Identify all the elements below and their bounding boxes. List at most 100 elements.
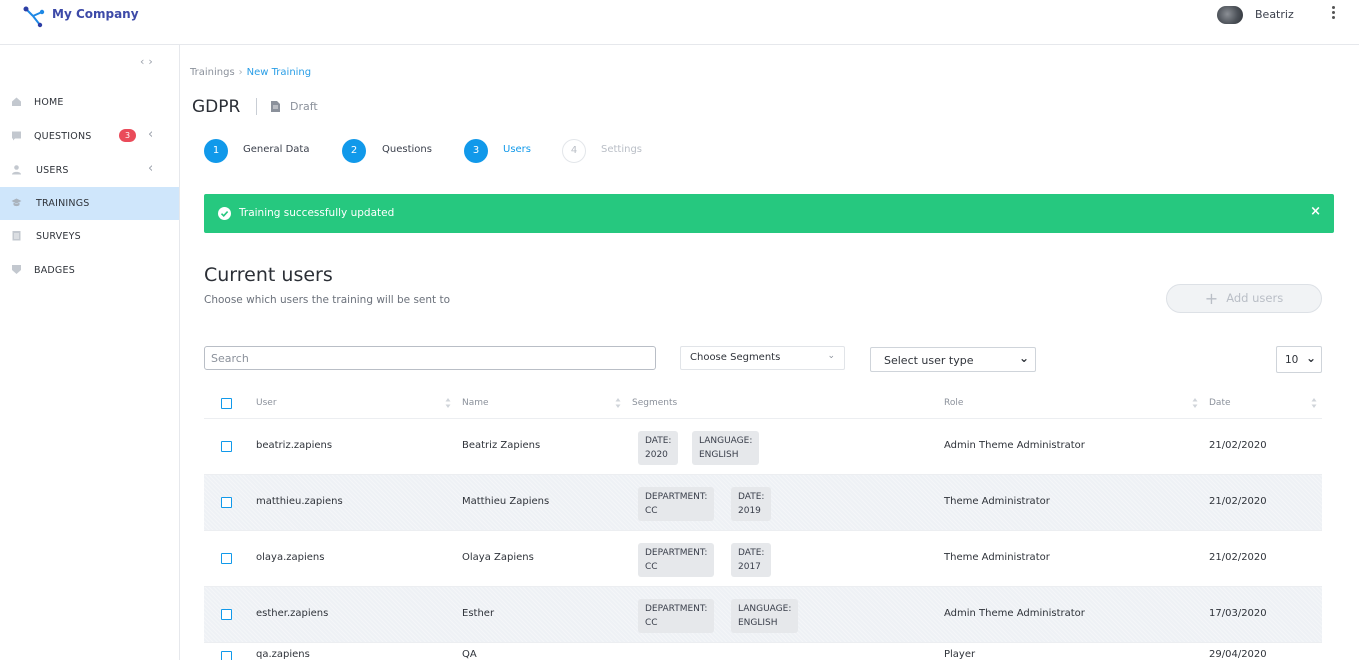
row-name: QA	[462, 649, 477, 660]
row-name: Matthieu Zapiens	[462, 496, 550, 507]
segment-value: CC	[645, 506, 658, 516]
row-user: beatriz.zapiens	[256, 440, 333, 451]
column-header-role[interactable]: Role	[944, 398, 963, 408]
row-checkbox[interactable]	[221, 609, 232, 620]
segment-tag: LANGUAGE: ENGLISH	[731, 599, 799, 633]
chevron-left-icon[interactable]: ‹	[148, 127, 153, 142]
segment-key: LANGUAGE:	[738, 604, 792, 614]
row-user: qa.zapiens	[256, 649, 310, 660]
badge-icon	[12, 265, 21, 274]
company-logo-icon[interactable]	[20, 3, 46, 29]
table-header: User Name Segments Role Date	[204, 391, 1322, 417]
questions-icon	[12, 131, 21, 141]
add-users-button[interactable]: + Add users	[1166, 284, 1322, 313]
sort-icon[interactable]	[1192, 397, 1198, 409]
sidebar-item-surveys[interactable]: SURVEYS	[0, 220, 179, 253]
segment-key: DATE:	[738, 492, 765, 502]
step-label: Users	[503, 144, 532, 155]
avatar[interactable]	[1217, 6, 1243, 24]
user-type-select[interactable]: Select user type ⌄	[870, 347, 1036, 372]
sidebar-item-label: TRAININGS	[36, 198, 90, 209]
table-row[interactable]: beatriz.zapiens Beatriz Zapiens DATE: 202…	[204, 418, 1322, 474]
row-role: Theme Administrator	[944, 496, 1050, 507]
sidebar-item-badges[interactable]: BADGES	[0, 254, 179, 287]
document-icon	[271, 101, 280, 112]
segment-key: DEPARTMENT:	[645, 492, 708, 502]
table-row[interactable]: matthieu.zapiens Matthieu Zapiens DEPART…	[204, 474, 1322, 530]
success-alert: Training successfully updated ×	[204, 194, 1334, 233]
segments-dropdown-label: Choose Segments	[690, 352, 781, 363]
chevron-left-icon[interactable]: ‹	[148, 161, 153, 176]
row-date: 21/02/2020	[1209, 552, 1267, 563]
user-icon	[12, 165, 21, 175]
segments-dropdown[interactable]: Choose Segments ⌄	[680, 346, 845, 370]
surveys-icon	[12, 231, 21, 241]
row-user: esther.zapiens	[256, 608, 329, 619]
row-role: Admin Theme Administrator	[944, 608, 1085, 619]
sidebar-collapse-icon[interactable]: ‹›	[140, 55, 157, 68]
segment-key: LANGUAGE:	[699, 436, 753, 446]
step-number: 4	[562, 139, 586, 163]
breadcrumb-separator-icon: ›	[238, 67, 243, 78]
row-checkbox[interactable]	[221, 441, 232, 452]
row-checkbox[interactable]	[221, 553, 232, 564]
step-label: Settings	[601, 144, 643, 155]
sidebar-item-label: BADGES	[34, 265, 75, 276]
questions-count-badge: 3	[119, 129, 136, 142]
close-icon[interactable]: ×	[1310, 204, 1321, 219]
sidebar: ‹› HOME QUESTIONS 3 ‹ USERS ‹ TRAININGS …	[0, 45, 180, 660]
segment-tag: DEPARTMENT: CC	[638, 599, 715, 633]
row-user: olaya.zapiens	[256, 552, 325, 563]
breadcrumb-parent-link[interactable]: Trainings	[190, 67, 235, 78]
sort-icon[interactable]	[445, 397, 451, 409]
table-row[interactable]: esther.zapiens Esther DEPARTMENT: CC LANG…	[204, 586, 1322, 642]
company-name[interactable]: My Company	[52, 7, 139, 21]
alert-message: Training successfully updated	[239, 207, 395, 219]
column-header-user[interactable]: User	[256, 398, 277, 408]
user-name[interactable]: Beatriz	[1255, 8, 1294, 21]
sidebar-item-users[interactable]: USERS ‹	[0, 154, 179, 187]
row-name: Beatriz Zapiens	[462, 440, 541, 451]
segment-value: ENGLISH	[738, 618, 778, 628]
row-checkbox[interactable]	[221, 651, 232, 660]
segment-tag: DATE: 2020	[638, 431, 679, 465]
user-type-select-label: Select user type	[884, 354, 974, 367]
page-title: GDPR	[192, 97, 241, 117]
row-date: 21/02/2020	[1209, 440, 1267, 451]
segment-value: CC	[645, 562, 658, 572]
sidebar-item-home[interactable]: HOME	[0, 86, 179, 119]
column-header-date[interactable]: Date	[1209, 398, 1231, 408]
check-circle-icon	[218, 207, 231, 220]
sidebar-item-label: QUESTIONS	[34, 131, 92, 142]
step-number: 3	[464, 139, 488, 163]
chevron-down-icon: ⌄	[1018, 351, 1029, 365]
sort-icon[interactable]	[1311, 397, 1317, 409]
page-size-select[interactable]: 10 ⌄	[1276, 346, 1322, 373]
segment-key: DEPARTMENT:	[645, 604, 708, 614]
segment-value: ENGLISH	[699, 450, 739, 460]
breadcrumb-current: New Training	[246, 67, 312, 78]
table-row[interactable]: olaya.zapiens Olaya Zapiens DEPARTMENT: C…	[204, 530, 1322, 586]
segment-tag: DATE: 2017	[731, 543, 772, 577]
select-all-checkbox[interactable]	[221, 398, 232, 409]
segment-tag: DATE: 2019	[731, 487, 772, 521]
sidebar-item-questions[interactable]: QUESTIONS 3 ‹	[0, 120, 179, 153]
add-users-label: Add users	[1226, 291, 1284, 305]
row-date: 17/03/2020	[1209, 608, 1267, 619]
column-header-name[interactable]: Name	[462, 398, 489, 408]
row-name: Esther	[462, 608, 495, 619]
segment-key: DATE:	[645, 436, 672, 446]
row-name: Olaya Zapiens	[462, 552, 534, 563]
section-subtitle: Choose which users the training will be …	[204, 294, 451, 306]
table-row[interactable]: qa.zapiens QA Player 29/04/2020	[204, 642, 1322, 660]
more-options-icon[interactable]	[1327, 5, 1339, 23]
sidebar-item-label: SURVEYS	[36, 231, 81, 242]
plus-icon: +	[1204, 289, 1219, 308]
row-date: 29/04/2020	[1209, 649, 1267, 660]
row-checkbox[interactable]	[221, 497, 232, 508]
sort-icon[interactable]	[615, 397, 621, 409]
segment-tag: DEPARTMENT: CC	[638, 487, 715, 521]
page-size-value: 10	[1285, 354, 1299, 366]
search-input[interactable]	[204, 346, 656, 370]
sidebar-item-trainings[interactable]: TRAININGS	[0, 187, 179, 220]
